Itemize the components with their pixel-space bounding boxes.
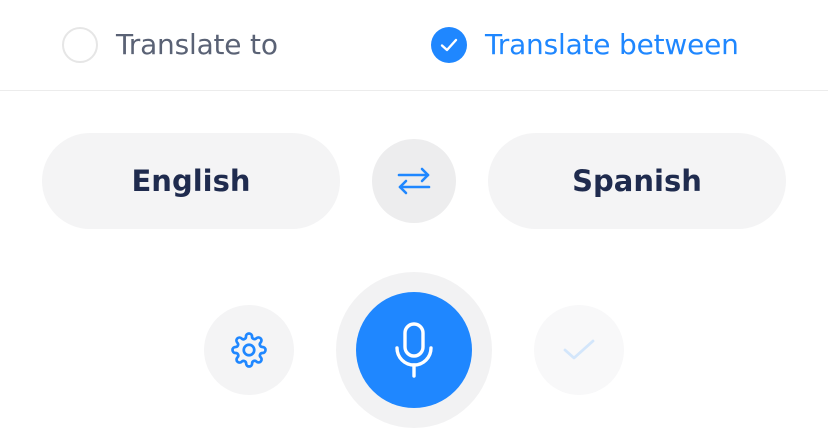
gear-icon — [231, 332, 267, 368]
settings-button[interactable] — [204, 305, 294, 395]
source-language-label: English — [131, 164, 251, 198]
target-language-label: Spanish — [572, 164, 702, 198]
swap-arrows-icon — [392, 165, 436, 197]
mode-label-translate-between: Translate between — [485, 28, 739, 61]
checkmark-icon — [562, 337, 596, 363]
mode-label-translate-to: Translate to — [116, 28, 278, 61]
confirm-button[interactable] — [534, 305, 624, 395]
microphone-button[interactable] — [356, 292, 472, 408]
swap-languages-button[interactable] — [372, 139, 456, 223]
mode-option-translate-between[interactable]: Translate between — [431, 22, 739, 68]
radio-checked-icon[interactable] — [431, 27, 467, 63]
radio-unchecked-icon[interactable] — [62, 27, 98, 63]
target-language-button[interactable]: Spanish — [488, 133, 786, 229]
source-language-button[interactable]: English — [42, 133, 340, 229]
microphone-icon — [392, 321, 436, 379]
mode-option-translate-to[interactable]: Translate to — [62, 22, 278, 68]
translation-mode-selector: Translate to Translate between — [0, 0, 828, 91]
